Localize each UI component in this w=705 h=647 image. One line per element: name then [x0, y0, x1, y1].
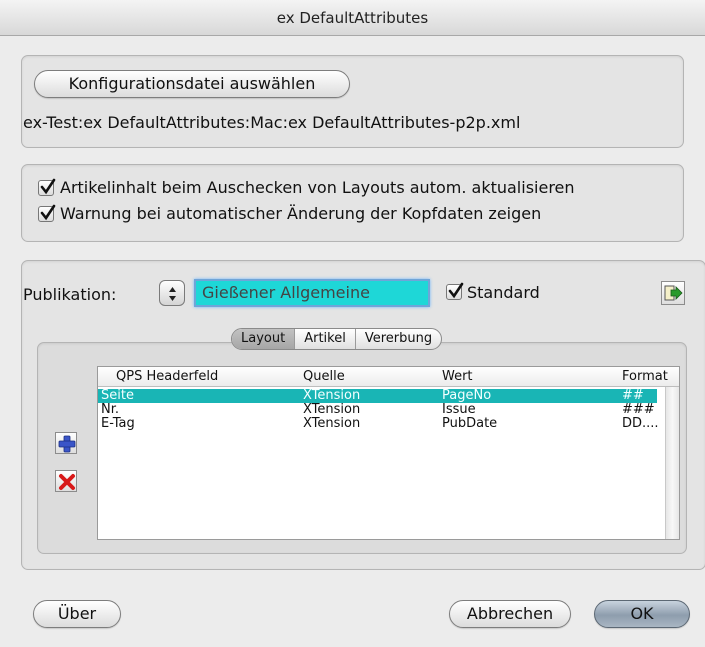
- checkmark-icon: [40, 204, 56, 221]
- window-title: ex DefaultAttributes: [276, 9, 429, 27]
- options-group: [21, 164, 684, 242]
- tab-layout[interactable]: Layout: [232, 329, 296, 349]
- cancel-button[interactable]: Abbrechen: [449, 600, 571, 628]
- plus-icon: [58, 435, 76, 453]
- publication-field[interactable]: Gießener Allgemeine: [194, 279, 430, 307]
- auto-update-label: Artikelinhalt beim Auschecken von Layout…: [60, 178, 575, 197]
- table-header: QPS Headerfeld Quelle Wert Format: [98, 367, 679, 387]
- publication-stepper[interactable]: [159, 280, 185, 306]
- table-scrollbar[interactable]: [665, 387, 679, 539]
- cell-value: Issue: [442, 402, 476, 417]
- cell-source: XTension: [303, 402, 361, 417]
- cell-field: Seite: [101, 388, 134, 403]
- standard-label: Standard: [467, 283, 540, 302]
- export-icon: [664, 285, 683, 301]
- column-header-source[interactable]: Quelle: [303, 369, 345, 384]
- tab-vererbung[interactable]: Vererbung: [356, 329, 441, 349]
- add-row-button[interactable]: [55, 432, 77, 454]
- column-header-value[interactable]: Wert: [442, 369, 473, 384]
- export-button[interactable]: [661, 281, 685, 305]
- cell-value: PageNo: [442, 388, 492, 403]
- config-file-path: ex-Test:ex DefaultAttributes:Mac:ex Defa…: [23, 113, 521, 132]
- warning-label: Warnung bei automatischer Änderung der K…: [60, 204, 542, 223]
- tab-artikel[interactable]: Artikel: [295, 329, 356, 349]
- cell-source: XTension: [303, 388, 361, 403]
- checkmark-icon: [448, 282, 464, 299]
- cell-field: E-Tag: [101, 416, 135, 431]
- table-row[interactable]: Nr. XTension Issue ###: [98, 402, 657, 417]
- column-header-field[interactable]: QPS Headerfeld: [116, 369, 218, 384]
- table-row[interactable]: E-Tag XTension PubDate DD....: [98, 416, 659, 431]
- up-down-arrows-icon: [169, 287, 176, 301]
- cell-format: DD....: [622, 416, 659, 431]
- standard-checkbox[interactable]: [446, 282, 464, 300]
- checkmark-icon: [40, 178, 56, 195]
- cell-field: Nr.: [101, 402, 120, 417]
- warning-checkbox[interactable]: [38, 204, 56, 222]
- cell-source: XTension: [303, 416, 361, 431]
- about-button[interactable]: Über: [33, 600, 121, 628]
- select-config-file-button[interactable]: Konfigurationsdatei auswählen: [34, 70, 350, 98]
- config-group: [21, 55, 684, 148]
- cell-format: ##: [622, 388, 644, 403]
- remove-row-button[interactable]: [55, 470, 77, 492]
- tab-bar: Layout Artikel Vererbung: [231, 328, 443, 350]
- cell-value: PubDate: [442, 416, 498, 431]
- header-fields-table: QPS Headerfeld Quelle Wert Format Seite …: [97, 366, 680, 540]
- table-row[interactable]: Seite XTension PageNo ##: [98, 388, 657, 403]
- ok-button[interactable]: OK: [594, 600, 690, 628]
- cell-format: ###: [622, 402, 655, 417]
- publication-label: Publikation:: [23, 285, 117, 304]
- x-icon: [59, 474, 75, 490]
- column-header-format[interactable]: Format: [622, 369, 668, 384]
- auto-update-checkbox[interactable]: [38, 178, 56, 196]
- window-title-bar: ex DefaultAttributes: [0, 0, 705, 36]
